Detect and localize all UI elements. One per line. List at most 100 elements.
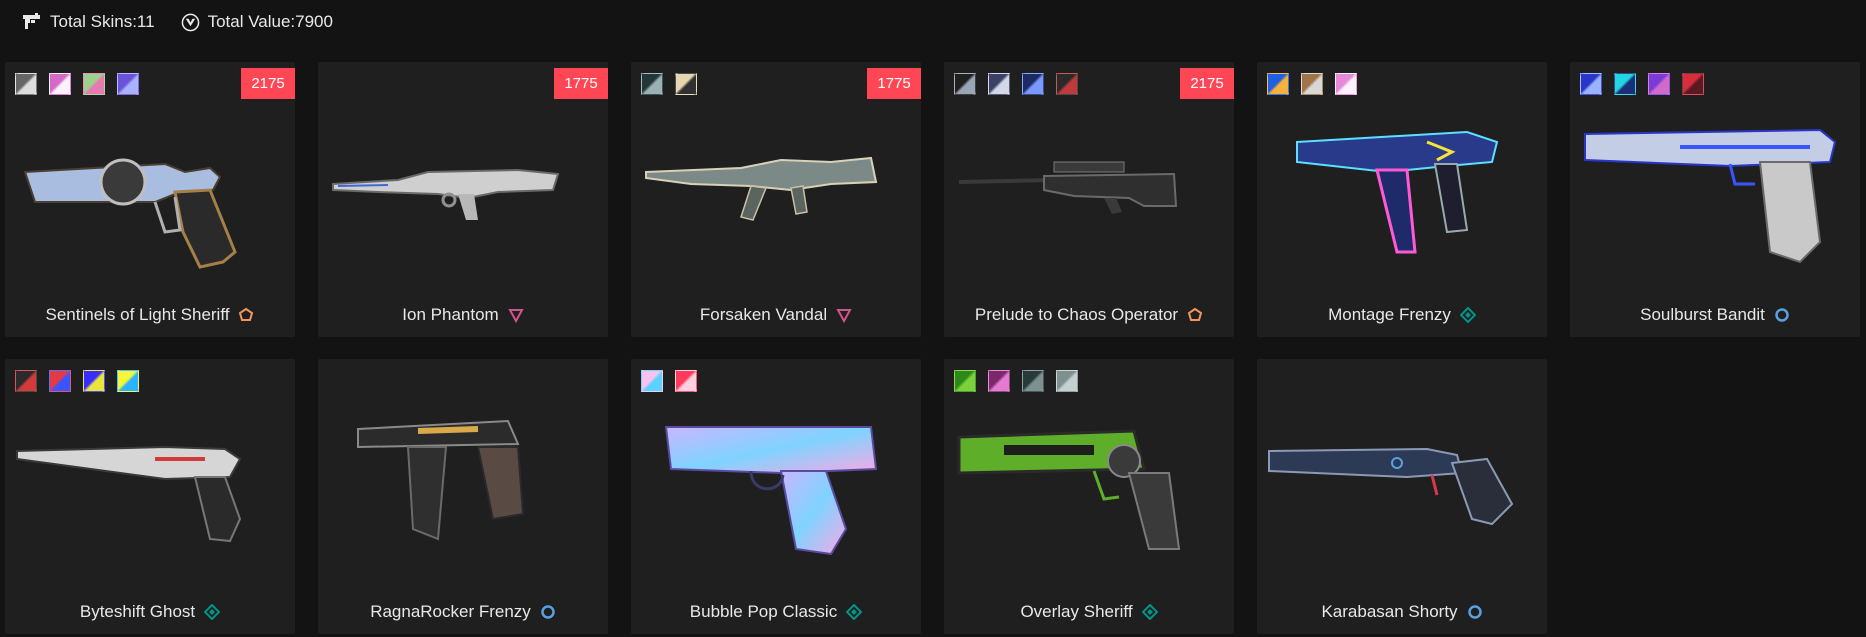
weapon-image xyxy=(1570,102,1860,287)
skin-name: Montage Frenzy xyxy=(1328,305,1451,324)
chroma-swatch[interactable] xyxy=(1682,73,1704,95)
skin-name: Forsaken Vandal xyxy=(699,305,828,324)
deluxe-tier-icon xyxy=(1459,307,1476,323)
weapon-image xyxy=(5,102,295,287)
ultra-tier-icon xyxy=(508,307,524,323)
chroma-swatch[interactable] xyxy=(15,370,37,392)
weapon-image xyxy=(1257,399,1547,584)
skin-card[interactable]: 2175 Prelude to Chaos Operator xyxy=(944,62,1234,337)
skin-name-bar: Forsaken Vandal xyxy=(631,305,921,325)
weapon-image xyxy=(944,102,1234,287)
skin-name-bar: RagnaRocker Frenzy xyxy=(318,602,608,622)
top-bar: Total Skins:11 Total Value:7900 xyxy=(0,0,1866,44)
skin-name-bar: Overlay Sheriff xyxy=(944,602,1234,622)
exclusive-tier-icon xyxy=(238,307,254,323)
premium-tier-icon xyxy=(540,604,556,620)
skin-card[interactable]: Montage Frenzy xyxy=(1257,62,1547,337)
price-badge: 2175 xyxy=(241,68,295,99)
chroma-swatch[interactable] xyxy=(49,370,71,392)
skin-card[interactable]: Karabasan Shorty xyxy=(1257,359,1547,634)
skin-card[interactable]: Byteshift Ghost xyxy=(5,359,295,634)
chroma-swatch[interactable] xyxy=(1022,73,1044,95)
total-value-label: Total Value:7900 xyxy=(207,12,333,31)
skin-name: Sentinels of Light Sheriff xyxy=(45,305,230,324)
skin-name-bar: Bubble Pop Classic xyxy=(631,602,921,622)
chroma-swatches xyxy=(641,370,697,392)
price-badge: 1775 xyxy=(554,68,608,99)
skin-name-bar: Prelude to Chaos Operator xyxy=(944,305,1234,325)
deluxe-tier-icon xyxy=(1141,604,1158,620)
skin-name: Soulburst Bandit xyxy=(1640,305,1765,324)
total-value-stat: Total Value:7900 xyxy=(181,12,333,32)
total-skins-label: Total Skins:11 xyxy=(50,12,155,31)
chroma-swatch[interactable] xyxy=(1648,73,1670,95)
chroma-swatch[interactable] xyxy=(1301,73,1323,95)
skin-name-bar: Karabasan Shorty xyxy=(1257,602,1547,622)
skin-name: Prelude to Chaos Operator xyxy=(974,305,1179,324)
weapon-image xyxy=(631,399,921,584)
weapon-image xyxy=(318,399,608,584)
skin-name: Ion Phantom xyxy=(402,305,499,324)
chroma-swatch[interactable] xyxy=(1022,370,1044,392)
chroma-swatch[interactable] xyxy=(988,370,1010,392)
exclusive-tier-icon xyxy=(1187,307,1203,323)
chroma-swatch[interactable] xyxy=(83,73,105,95)
weapon-image xyxy=(944,399,1234,584)
skin-name-bar: Montage Frenzy xyxy=(1257,305,1547,325)
premium-tier-icon xyxy=(1467,604,1483,620)
skin-name-bar: Sentinels of Light Sheriff xyxy=(5,305,295,325)
chroma-swatch[interactable] xyxy=(1267,73,1289,95)
chroma-swatch[interactable] xyxy=(1056,370,1078,392)
chroma-swatches xyxy=(954,370,1078,392)
chroma-swatch[interactable] xyxy=(15,73,37,95)
price-badge: 2175 xyxy=(1180,68,1234,99)
weapon-image xyxy=(5,399,295,584)
chroma-swatches xyxy=(15,370,139,392)
deluxe-tier-icon xyxy=(204,604,221,620)
skin-name-bar: Soulburst Bandit xyxy=(1570,305,1860,325)
chroma-swatch[interactable] xyxy=(83,370,105,392)
skin-name: Byteshift Ghost xyxy=(79,602,196,621)
skin-card[interactable]: 2175 Sentinels of Light Sheriff xyxy=(5,62,295,337)
skin-card[interactable]: Bubble Pop Classic xyxy=(631,359,921,634)
chroma-swatch[interactable] xyxy=(1580,73,1602,95)
skin-card[interactable]: Soulburst Bandit xyxy=(1570,62,1860,337)
chroma-swatch[interactable] xyxy=(49,73,71,95)
total-skins-stat: Total Skins:11 xyxy=(22,12,155,32)
skin-name: RagnaRocker Frenzy xyxy=(370,602,531,621)
premium-tier-icon xyxy=(1774,307,1790,323)
chroma-swatch[interactable] xyxy=(117,370,139,392)
chroma-swatch[interactable] xyxy=(988,73,1010,95)
skin-card[interactable]: 1775 Ion Phantom xyxy=(318,62,608,337)
skin-card[interactable]: Overlay Sheriff xyxy=(944,359,1234,634)
chroma-swatch[interactable] xyxy=(675,370,697,392)
chroma-swatches xyxy=(1267,73,1357,95)
weapon-image xyxy=(1257,102,1547,287)
chroma-swatch[interactable] xyxy=(641,73,663,95)
chroma-swatches xyxy=(1580,73,1704,95)
chroma-swatch[interactable] xyxy=(954,370,976,392)
chroma-swatch[interactable] xyxy=(954,73,976,95)
chroma-swatches xyxy=(15,73,139,95)
chroma-swatch[interactable] xyxy=(675,73,697,95)
valorant-points-icon xyxy=(181,13,200,32)
weapon-image xyxy=(631,102,921,287)
skin-card[interactable]: RagnaRocker Frenzy xyxy=(318,359,608,634)
chroma-swatch[interactable] xyxy=(1614,73,1636,95)
chroma-swatch[interactable] xyxy=(1056,73,1078,95)
skin-name-bar: Byteshift Ghost xyxy=(5,602,295,622)
gun-icon xyxy=(22,13,42,31)
skin-card[interactable]: 1775 Forsaken Vandal xyxy=(631,62,921,337)
skin-name: Bubble Pop Classic xyxy=(689,602,838,621)
skin-name-bar: Ion Phantom xyxy=(318,305,608,325)
skin-name: Karabasan Shorty xyxy=(1321,602,1458,621)
skin-grid: 2175 Sentinels of Light Sheriff 1775 Ion… xyxy=(5,62,1860,634)
chroma-swatches xyxy=(954,73,1078,95)
weapon-image xyxy=(318,102,608,287)
chroma-swatch[interactable] xyxy=(1335,73,1357,95)
chroma-swatch[interactable] xyxy=(641,370,663,392)
chroma-swatch[interactable] xyxy=(117,73,139,95)
ultra-tier-icon xyxy=(836,307,852,323)
skin-name: Overlay Sheriff xyxy=(1020,602,1133,621)
price-badge: 1775 xyxy=(867,68,921,99)
